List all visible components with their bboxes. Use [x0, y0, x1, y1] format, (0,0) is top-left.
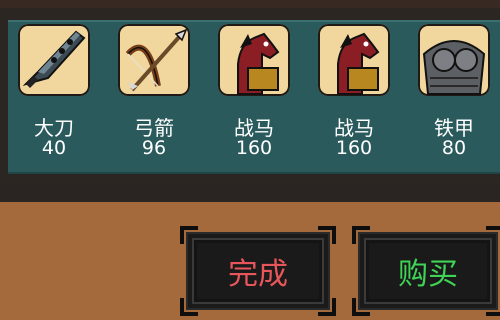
item-price: 40	[41, 137, 67, 159]
bow-arrow-icon	[118, 24, 190, 96]
item-price: 160	[235, 137, 273, 159]
top-strip	[0, 0, 500, 8]
iron-armor-icon	[418, 24, 490, 96]
item-price: 160	[335, 137, 373, 159]
warhorse-icon	[318, 24, 390, 96]
shop-item-broadsword[interactable]: 大刀 40	[8, 24, 90, 164]
shop-item-iron-armor[interactable]: 铁甲 80	[408, 24, 490, 164]
item-price: 96	[141, 137, 167, 159]
done-button[interactable]: 完成	[180, 226, 336, 316]
shop-item-warhorse-2[interactable]: 战马 160	[308, 24, 390, 164]
buy-button-label: 购买	[398, 257, 458, 292]
buy-button[interactable]: 购买	[352, 226, 500, 316]
warhorse-icon	[218, 24, 290, 96]
done-button-label: 完成	[228, 257, 288, 292]
item-price: 80	[441, 137, 467, 159]
shop-item-warhorse[interactable]: 战马 160	[208, 24, 290, 164]
shop-item-bow[interactable]: 弓箭 96	[108, 24, 190, 164]
broadsword-icon	[18, 24, 90, 96]
panel-bottom-ledge	[0, 184, 500, 202]
